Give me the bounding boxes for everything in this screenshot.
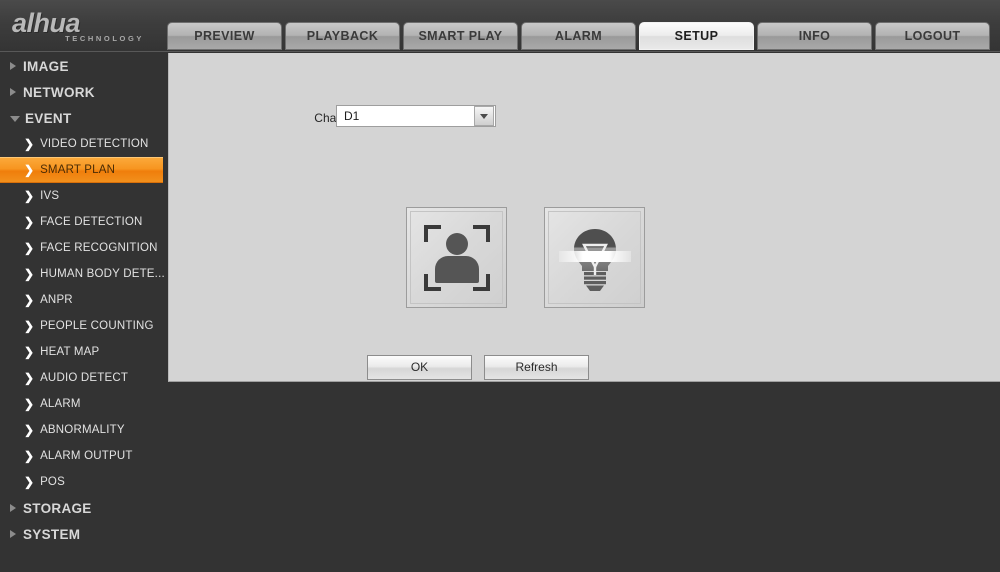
chevron-right-icon: ❯ bbox=[24, 319, 35, 333]
sidebar-group-label: NETWORK bbox=[23, 84, 95, 100]
action-buttons: OK Refresh bbox=[367, 355, 589, 380]
light-bulb-icon bbox=[558, 223, 631, 293]
sidebar-item-abnormality[interactable]: ❯ ABNORMALITY bbox=[0, 417, 167, 443]
sidebar-item-label: SMART PLAN bbox=[40, 164, 116, 176]
sidebar-group-event[interactable]: EVENT bbox=[0, 105, 167, 131]
sidebar-item-label: POS bbox=[40, 476, 65, 488]
sidebar-item-face-recognition[interactable]: ❯ FACE RECOGNITION bbox=[0, 235, 167, 261]
chevron-right-icon: ❯ bbox=[24, 397, 35, 411]
chevron-right-icon: ❯ bbox=[24, 475, 35, 489]
ok-button[interactable]: OK bbox=[367, 355, 472, 380]
sidebar-group-network[interactable]: NETWORK bbox=[0, 79, 167, 105]
chevron-right-icon: ❯ bbox=[24, 293, 35, 307]
sidebar-item-anpr[interactable]: ❯ ANPR bbox=[0, 287, 167, 313]
chevron-right-icon: ❯ bbox=[24, 423, 35, 437]
sidebar-item-people-counting[interactable]: ❯ PEOPLE COUNTING bbox=[0, 313, 167, 339]
sidebar-item-audio-detect[interactable]: ❯ AUDIO DETECT bbox=[0, 365, 167, 391]
sidebar-item-human-body-dete[interactable]: ❯ HUMAN BODY DETE... bbox=[0, 261, 167, 287]
sidebar-item-label: FACE DETECTION bbox=[40, 216, 143, 228]
sidebar-group-label: IMAGE bbox=[23, 58, 69, 74]
sidebar-item-label: AUDIO DETECT bbox=[40, 372, 129, 384]
channel-row: Channel D1 bbox=[169, 105, 1000, 131]
logo-tagline: TECHNOLOGY bbox=[65, 33, 144, 43]
sidebar-group-label: SYSTEM bbox=[23, 526, 81, 542]
sidebar-item-video-detection[interactable]: ❯ VIDEO DETECTION bbox=[0, 131, 167, 157]
sidebar-item-label: ALARM OUTPUT bbox=[40, 450, 133, 462]
header-bar: alhua TECHNOLOGY PREVIEW PLAYBACK SMART PL… bbox=[0, 0, 1000, 52]
sidebar-group-storage[interactable]: STORAGE bbox=[0, 495, 167, 521]
sidebar-item-label: PEOPLE COUNTING bbox=[40, 320, 154, 332]
chevron-right-icon bbox=[10, 88, 16, 96]
refresh-button[interactable]: Refresh bbox=[484, 355, 589, 380]
sidebar-item-heat-map[interactable]: ❯ HEAT MAP bbox=[0, 339, 167, 365]
chevron-right-icon: ❯ bbox=[24, 241, 35, 255]
sidebar-item-label: ANPR bbox=[40, 294, 73, 306]
nav-tab-playback[interactable]: PLAYBACK bbox=[285, 22, 400, 50]
tile-ivs-inner bbox=[548, 211, 641, 304]
sidebar-item-smart-plan[interactable]: ❯ SMART PLAN bbox=[0, 157, 163, 183]
chevron-right-icon: ❯ bbox=[24, 449, 35, 463]
sidebar-item-label: ABNORMALITY bbox=[40, 424, 125, 436]
logo-wordmark: alhua bbox=[12, 7, 81, 38]
chevron-right-icon: ❯ bbox=[24, 137, 35, 151]
sidebar-item-face-detection[interactable]: ❯ FACE DETECTION bbox=[0, 209, 167, 235]
nav-tab-smart-play[interactable]: SMART PLAY bbox=[403, 22, 518, 50]
sidebar-item-label: FACE RECOGNITION bbox=[40, 242, 158, 254]
sidebar-item-label: ALARM bbox=[40, 398, 81, 410]
sidebar-group-system[interactable]: SYSTEM bbox=[0, 521, 167, 547]
chevron-right-icon bbox=[10, 530, 16, 538]
sidebar-item-ivs[interactable]: ❯ IVS bbox=[0, 183, 167, 209]
nav-tab-logout[interactable]: LOGOUT bbox=[875, 22, 990, 50]
content-panel: Channel D1 bbox=[168, 53, 1000, 382]
chevron-down-icon bbox=[10, 116, 20, 122]
chevron-right-icon: ❯ bbox=[24, 345, 35, 359]
sidebar-item-pos[interactable]: ❯ POS bbox=[0, 469, 167, 495]
chevron-right-icon bbox=[10, 62, 16, 70]
nav-tab-setup[interactable]: SETUP bbox=[639, 22, 754, 50]
chevron-right-icon bbox=[10, 504, 16, 512]
nav-tab-preview[interactable]: PREVIEW bbox=[167, 22, 282, 50]
dahua-logo: alhua TECHNOLOGY bbox=[12, 6, 162, 46]
chevron-right-icon: ❯ bbox=[24, 267, 35, 281]
channel-select[interactable]: D1 bbox=[336, 105, 496, 127]
sidebar-item-label: VIDEO DETECTION bbox=[40, 138, 149, 150]
tile-face-detection-inner bbox=[410, 211, 503, 304]
sidebar-nav: IMAGE NETWORK EVENT ❯ VIDEO DETECTION ❯ SMART … bbox=[0, 53, 167, 572]
smart-plan-tiles bbox=[406, 207, 645, 308]
nav-tab-info[interactable]: INFO bbox=[757, 22, 872, 50]
sidebar-item-alarm[interactable]: ❯ ALARM bbox=[0, 391, 167, 417]
chevron-right-icon: ❯ bbox=[24, 371, 35, 385]
chevron-right-icon: ❯ bbox=[24, 215, 35, 229]
sidebar-item-label: HUMAN BODY DETE... bbox=[40, 268, 165, 280]
tile-ivs-light-bulb[interactable] bbox=[544, 207, 645, 308]
sidebar-group-label: STORAGE bbox=[23, 500, 92, 516]
tile-face-detection[interactable] bbox=[406, 207, 507, 308]
app-window: alhua TECHNOLOGY PREVIEW PLAYBACK SMART PL… bbox=[0, 0, 1000, 572]
chevron-down-icon[interactable] bbox=[474, 106, 494, 126]
main-nav-tabs: PREVIEW PLAYBACK SMART PLAY ALARM SETUP INFO L… bbox=[167, 22, 990, 50]
sidebar-item-alarm-output[interactable]: ❯ ALARM OUTPUT bbox=[0, 443, 167, 469]
channel-select-value: D1 bbox=[344, 109, 360, 123]
sidebar-item-label: HEAT MAP bbox=[40, 346, 100, 358]
sidebar-group-image[interactable]: IMAGE bbox=[0, 53, 167, 79]
chevron-right-icon: ❯ bbox=[24, 189, 35, 203]
sidebar-item-label: IVS bbox=[40, 190, 60, 202]
nav-tab-alarm[interactable]: ALARM bbox=[521, 22, 636, 50]
sidebar-group-label: EVENT bbox=[25, 110, 72, 126]
face-detection-icon bbox=[423, 224, 490, 291]
chevron-right-icon: ❯ bbox=[24, 163, 35, 177]
